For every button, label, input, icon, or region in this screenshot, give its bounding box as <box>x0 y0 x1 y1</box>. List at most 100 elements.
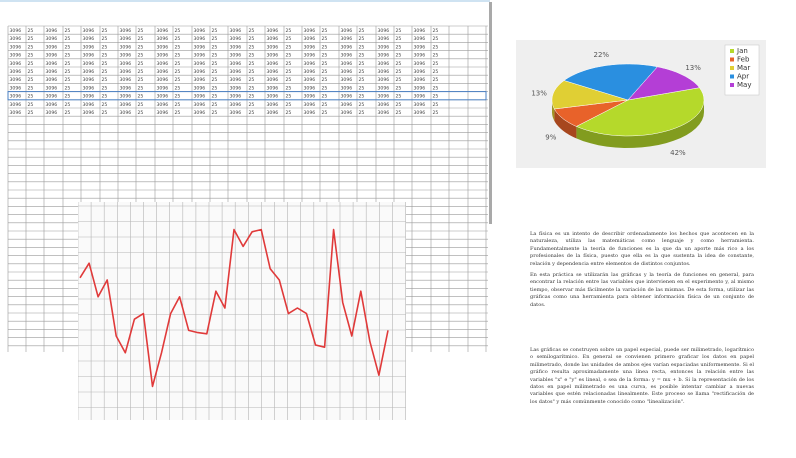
sheet-cell[interactable]: 25 <box>359 69 365 75</box>
sheet-cell[interactable]: 3096 <box>157 85 169 91</box>
sheet-cell[interactable]: 3096 <box>10 53 22 59</box>
sheet-cell[interactable]: 3096 <box>46 77 58 83</box>
sheet-cell[interactable]: 3096 <box>46 61 58 67</box>
sheet-cell[interactable]: 3096 <box>120 36 132 42</box>
sheet-cell[interactable]: 25 <box>212 94 218 100</box>
sheet-cell[interactable]: 25 <box>102 110 108 116</box>
sheet-cell[interactable]: 25 <box>322 28 328 34</box>
sheet-cell[interactable]: 3096 <box>304 36 316 42</box>
sheet-cell[interactable]: 3096 <box>120 61 132 67</box>
sheet-cell[interactable]: 25 <box>65 69 71 75</box>
sheet-cell[interactable]: 25 <box>102 94 108 100</box>
sheet-cell[interactable]: 25 <box>359 85 365 91</box>
sheet-cell[interactable]: 25 <box>396 28 402 34</box>
sheet-cell[interactable]: 3096 <box>46 85 58 91</box>
sheet-cell[interactable]: 25 <box>433 69 439 75</box>
sheet-cell[interactable]: 3096 <box>414 85 426 91</box>
sheet-cell[interactable]: 25 <box>433 61 439 67</box>
sheet-cell[interactable]: 3096 <box>267 36 279 42</box>
sheet-cell[interactable]: 25 <box>249 110 255 116</box>
sheet-cell[interactable]: 3096 <box>378 53 390 59</box>
sheet-cell[interactable]: 25 <box>396 77 402 83</box>
sheet-cell[interactable]: 25 <box>396 102 402 108</box>
sheet-cell[interactable]: 3096 <box>341 110 353 116</box>
sheet-cell[interactable]: 25 <box>65 61 71 67</box>
sheet-cell[interactable]: 3096 <box>230 102 242 108</box>
sheet-cell[interactable]: 3096 <box>194 28 206 34</box>
sheet-cell[interactable]: 3096 <box>230 110 242 116</box>
sheet-cell[interactable]: 3096 <box>341 53 353 59</box>
sheet-cell[interactable]: 25 <box>28 102 34 108</box>
sheet-cell[interactable]: 25 <box>359 53 365 59</box>
sheet-cell[interactable]: 3096 <box>378 102 390 108</box>
sheet-cell[interactable]: 25 <box>322 69 328 75</box>
sheet-cell[interactable]: 3096 <box>10 77 22 83</box>
sheet-cell[interactable]: 3096 <box>414 77 426 83</box>
sheet-cell[interactable]: 3096 <box>10 61 22 67</box>
sheet-cell[interactable]: 25 <box>322 102 328 108</box>
sheet-cell[interactable]: 25 <box>396 94 402 100</box>
sheet-cell[interactable]: 3096 <box>414 69 426 75</box>
sheet-cell[interactable]: 25 <box>433 77 439 83</box>
sheet-cell[interactable]: 3096 <box>230 69 242 75</box>
sheet-cell[interactable]: 25 <box>396 53 402 59</box>
sheet-cell[interactable]: 3096 <box>230 53 242 59</box>
sheet-cell[interactable]: 3096 <box>267 69 279 75</box>
sheet-cell[interactable]: 25 <box>212 61 218 67</box>
sheet-cell[interactable]: 3096 <box>157 44 169 50</box>
sheet-cell[interactable]: 3096 <box>304 61 316 67</box>
sheet-cell[interactable]: 25 <box>433 28 439 34</box>
sheet-cell[interactable]: 3096 <box>304 102 316 108</box>
sheet-cell[interactable]: 3096 <box>194 94 206 100</box>
sheet-cell[interactable]: 3096 <box>378 69 390 75</box>
sheet-cell[interactable]: 3096 <box>194 44 206 50</box>
sheet-cell[interactable]: 3096 <box>46 36 58 42</box>
sheet-cell[interactable]: 25 <box>175 28 181 34</box>
sheet-cell[interactable]: 25 <box>433 36 439 42</box>
sheet-cell[interactable]: 25 <box>286 28 292 34</box>
sheet-cell[interactable]: 25 <box>249 61 255 67</box>
sheet-cell[interactable]: 25 <box>433 102 439 108</box>
sheet-cell[interactable]: 25 <box>286 44 292 50</box>
sheet-cell[interactable]: 3096 <box>267 102 279 108</box>
sheet-cell[interactable]: 25 <box>249 36 255 42</box>
sheet-cell[interactable]: 25 <box>138 44 144 50</box>
sheet-cell[interactable]: 25 <box>433 53 439 59</box>
sheet-cell[interactable]: 3096 <box>46 53 58 59</box>
sheet-cell[interactable]: 3096 <box>120 77 132 83</box>
sheet-cell[interactable]: 3096 <box>304 53 316 59</box>
sheet-cell[interactable]: 3096 <box>83 28 95 34</box>
sheet-cell[interactable]: 25 <box>212 85 218 91</box>
sheet-cell[interactable]: 3096 <box>341 102 353 108</box>
sheet-cell[interactable]: 25 <box>138 110 144 116</box>
sheet-cell[interactable]: 3096 <box>304 44 316 50</box>
sheet-cell[interactable]: 25 <box>65 28 71 34</box>
sheet-cell[interactable]: 3096 <box>157 69 169 75</box>
sheet-cell[interactable]: 3096 <box>230 85 242 91</box>
sheet-cell[interactable]: 25 <box>359 77 365 83</box>
sheet-cell[interactable]: 3096 <box>194 77 206 83</box>
sheet-cell[interactable]: 25 <box>249 53 255 59</box>
sheet-cell[interactable]: 25 <box>322 36 328 42</box>
sheet-cell[interactable]: 3096 <box>378 110 390 116</box>
sheet-cell[interactable]: 3096 <box>194 53 206 59</box>
sheet-cell[interactable]: 3096 <box>83 77 95 83</box>
sheet-cell[interactable]: 3096 <box>304 94 316 100</box>
sheet-cell[interactable]: 25 <box>433 85 439 91</box>
sheet-cell[interactable]: 25 <box>249 102 255 108</box>
sheet-cell[interactable]: 3096 <box>46 44 58 50</box>
sheet-cell[interactable]: 25 <box>65 36 71 42</box>
sheet-cell[interactable]: 25 <box>212 69 218 75</box>
sheet-cell[interactable]: 3096 <box>83 53 95 59</box>
sheet-cell[interactable]: 3096 <box>10 85 22 91</box>
sheet-cell[interactable]: 25 <box>286 110 292 116</box>
sheet-cell[interactable]: 3096 <box>414 94 426 100</box>
sheet-cell[interactable]: 25 <box>322 77 328 83</box>
sheet-cell[interactable]: 25 <box>28 36 34 42</box>
sheet-cell[interactable]: 25 <box>138 94 144 100</box>
sheet-cell[interactable]: 3096 <box>414 53 426 59</box>
sheet-cell[interactable]: 25 <box>433 44 439 50</box>
sheet-cell[interactable]: 3096 <box>10 28 22 34</box>
sheet-cell[interactable]: 25 <box>65 110 71 116</box>
sheet-cell[interactable]: 3096 <box>120 94 132 100</box>
